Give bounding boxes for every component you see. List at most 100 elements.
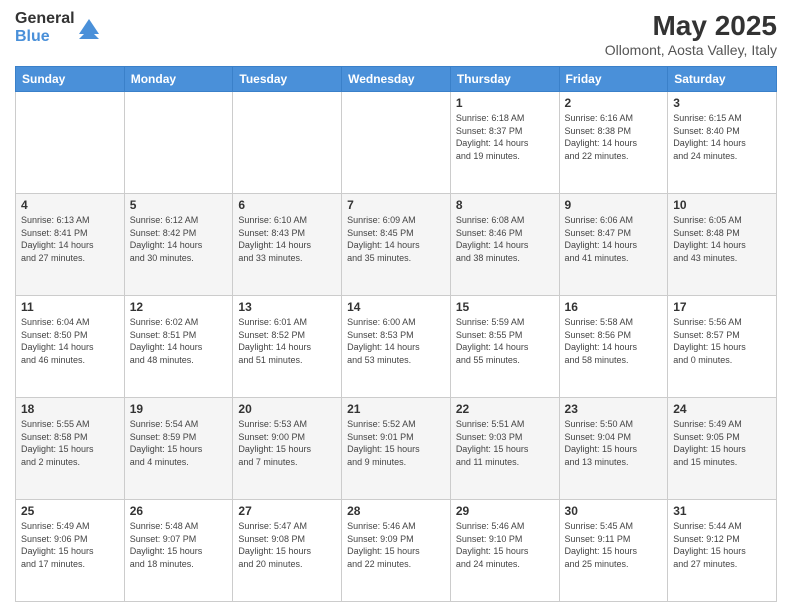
calendar: Sunday Monday Tuesday Wednesday Thursday… bbox=[15, 66, 777, 602]
header: General Blue May 2025 Ollomont, Aosta Va… bbox=[15, 10, 777, 58]
calendar-cell: 17 Sunrise: 5:56 AMSunset: 8:57 PMDayligh… bbox=[668, 296, 777, 398]
day-info: Sunrise: 6:10 AMSunset: 8:43 PMDaylight:… bbox=[238, 214, 336, 264]
calendar-cell: 26 Sunrise: 5:48 AMSunset: 9:07 PMDayligh… bbox=[124, 500, 233, 602]
calendar-cell bbox=[124, 92, 233, 194]
day-number: 1 bbox=[456, 96, 554, 110]
col-saturday: Saturday bbox=[668, 67, 777, 92]
day-info: Sunrise: 5:59 AMSunset: 8:55 PMDaylight:… bbox=[456, 316, 554, 366]
calendar-cell: 7 Sunrise: 6:09 AMSunset: 8:45 PMDaylight… bbox=[342, 194, 451, 296]
week-row-1: 4Sunrise: 6:13 AMSunset: 8:41 PMDaylight… bbox=[16, 194, 777, 296]
col-sunday: Sunday bbox=[16, 67, 125, 92]
logo-text: General Blue bbox=[15, 10, 75, 45]
calendar-cell: 15 Sunrise: 5:59 AMSunset: 8:55 PMDayligh… bbox=[450, 296, 559, 398]
day-info: Sunrise: 6:15 AMSunset: 8:40 PMDaylight:… bbox=[673, 112, 771, 162]
day-info: Sunrise: 5:52 AMSunset: 9:01 PMDaylight:… bbox=[347, 418, 445, 468]
day-info: Sunrise: 5:55 AMSunset: 8:58 PMDaylight:… bbox=[21, 418, 119, 468]
calendar-cell: 29 Sunrise: 5:46 AMSunset: 9:10 PMDayligh… bbox=[450, 500, 559, 602]
day-info: Sunrise: 5:49 AMSunset: 9:06 PMDaylight:… bbox=[21, 520, 119, 570]
calendar-body: 1 Sunrise: 6:18 AMSunset: 8:37 PMDaylight… bbox=[16, 92, 777, 602]
calendar-cell: 18Sunrise: 5:55 AMSunset: 8:58 PMDayligh… bbox=[16, 398, 125, 500]
logo-blue: Blue bbox=[15, 28, 75, 46]
day-info: Sunrise: 5:46 AMSunset: 9:09 PMDaylight:… bbox=[347, 520, 445, 570]
day-number: 9 bbox=[565, 198, 663, 212]
day-number: 23 bbox=[565, 402, 663, 416]
calendar-cell: 25 Sunrise: 5:49 AMSunset: 9:06 PMDayligh… bbox=[16, 500, 125, 602]
calendar-cell: 6 Sunrise: 6:10 AMSunset: 8:43 PMDaylight… bbox=[233, 194, 342, 296]
day-info: Sunrise: 5:48 AMSunset: 9:07 PMDaylight:… bbox=[130, 520, 228, 570]
day-number: 7 bbox=[347, 198, 445, 212]
day-info: Sunrise: 5:58 AMSunset: 8:56 PMDaylight:… bbox=[565, 316, 663, 366]
col-monday: Monday bbox=[124, 67, 233, 92]
day-number: 3 bbox=[673, 96, 771, 110]
calendar-cell: 23 Sunrise: 5:50 AMSunset: 9:04 PMDayligh… bbox=[559, 398, 668, 500]
day-number: 27 bbox=[238, 504, 336, 518]
calendar-cell bbox=[342, 92, 451, 194]
day-number: 14 bbox=[347, 300, 445, 314]
day-number: 6 bbox=[238, 198, 336, 212]
day-number: 17 bbox=[673, 300, 771, 314]
day-number: 22 bbox=[456, 402, 554, 416]
col-thursday: Thursday bbox=[450, 67, 559, 92]
day-number: 16 bbox=[565, 300, 663, 314]
week-row-4: 25 Sunrise: 5:49 AMSunset: 9:06 PMDayligh… bbox=[16, 500, 777, 602]
calendar-cell: 14 Sunrise: 6:00 AMSunset: 8:53 PMDayligh… bbox=[342, 296, 451, 398]
day-info: Sunrise: 5:47 AMSunset: 9:08 PMDaylight:… bbox=[238, 520, 336, 570]
location: Ollomont, Aosta Valley, Italy bbox=[605, 42, 777, 58]
day-info: Sunrise: 6:06 AMSunset: 8:47 PMDaylight:… bbox=[565, 214, 663, 264]
calendar-cell bbox=[233, 92, 342, 194]
day-info: Sunrise: 5:49 AMSunset: 9:05 PMDaylight:… bbox=[673, 418, 771, 468]
logo-general: General bbox=[15, 10, 75, 28]
calendar-cell: 4Sunrise: 6:13 AMSunset: 8:41 PMDaylight… bbox=[16, 194, 125, 296]
month-title: May 2025 bbox=[605, 10, 777, 42]
day-info: Sunrise: 5:56 AMSunset: 8:57 PMDaylight:… bbox=[673, 316, 771, 366]
day-info: Sunrise: 5:54 AMSunset: 8:59 PMDaylight:… bbox=[130, 418, 228, 468]
day-number: 26 bbox=[130, 504, 228, 518]
col-tuesday: Tuesday bbox=[233, 67, 342, 92]
week-row-3: 18Sunrise: 5:55 AMSunset: 8:58 PMDayligh… bbox=[16, 398, 777, 500]
calendar-cell: 30Sunrise: 5:45 AMSunset: 9:11 PMDayligh… bbox=[559, 500, 668, 602]
day-number: 24 bbox=[673, 402, 771, 416]
day-info: Sunrise: 6:18 AMSunset: 8:37 PMDaylight:… bbox=[456, 112, 554, 162]
day-info: Sunrise: 5:44 AMSunset: 9:12 PMDaylight:… bbox=[673, 520, 771, 570]
calendar-cell: 16 Sunrise: 5:58 AMSunset: 8:56 PMDayligh… bbox=[559, 296, 668, 398]
day-info: Sunrise: 5:50 AMSunset: 9:04 PMDaylight:… bbox=[565, 418, 663, 468]
calendar-cell: 21 Sunrise: 5:52 AMSunset: 9:01 PMDayligh… bbox=[342, 398, 451, 500]
day-number: 5 bbox=[130, 198, 228, 212]
day-info: Sunrise: 6:09 AMSunset: 8:45 PMDaylight:… bbox=[347, 214, 445, 264]
calendar-cell: 24 Sunrise: 5:49 AMSunset: 9:05 PMDayligh… bbox=[668, 398, 777, 500]
day-info: Sunrise: 5:51 AMSunset: 9:03 PMDaylight:… bbox=[456, 418, 554, 468]
col-wednesday: Wednesday bbox=[342, 67, 451, 92]
day-number: 25 bbox=[21, 504, 119, 518]
day-number: 15 bbox=[456, 300, 554, 314]
calendar-cell: 10Sunrise: 6:05 AMSunset: 8:48 PMDayligh… bbox=[668, 194, 777, 296]
calendar-cell: 31Sunrise: 5:44 AMSunset: 9:12 PMDayligh… bbox=[668, 500, 777, 602]
calendar-cell: 19Sunrise: 5:54 AMSunset: 8:59 PMDayligh… bbox=[124, 398, 233, 500]
day-info: Sunrise: 5:45 AMSunset: 9:11 PMDaylight:… bbox=[565, 520, 663, 570]
calendar-cell bbox=[16, 92, 125, 194]
header-row: Sunday Monday Tuesday Wednesday Thursday… bbox=[16, 67, 777, 92]
day-number: 2 bbox=[565, 96, 663, 110]
day-number: 28 bbox=[347, 504, 445, 518]
day-number: 8 bbox=[456, 198, 554, 212]
day-number: 21 bbox=[347, 402, 445, 416]
day-info: Sunrise: 6:00 AMSunset: 8:53 PMDaylight:… bbox=[347, 316, 445, 366]
day-number: 29 bbox=[456, 504, 554, 518]
logo: General Blue bbox=[15, 10, 99, 45]
calendar-cell: 27 Sunrise: 5:47 AMSunset: 9:08 PMDayligh… bbox=[233, 500, 342, 602]
calendar-cell: 9 Sunrise: 6:06 AMSunset: 8:47 PMDaylight… bbox=[559, 194, 668, 296]
day-info: Sunrise: 6:04 AMSunset: 8:50 PMDaylight:… bbox=[21, 316, 119, 366]
day-info: Sunrise: 5:46 AMSunset: 9:10 PMDaylight:… bbox=[456, 520, 554, 570]
calendar-cell: 5 Sunrise: 6:12 AMSunset: 8:42 PMDaylight… bbox=[124, 194, 233, 296]
calendar-cell: 13Sunrise: 6:01 AMSunset: 8:52 PMDayligh… bbox=[233, 296, 342, 398]
calendar-cell: 12Sunrise: 6:02 AMSunset: 8:51 PMDayligh… bbox=[124, 296, 233, 398]
calendar-cell: 20Sunrise: 5:53 AMSunset: 9:00 PMDayligh… bbox=[233, 398, 342, 500]
calendar-cell: 8 Sunrise: 6:08 AMSunset: 8:46 PMDaylight… bbox=[450, 194, 559, 296]
calendar-cell: 1 Sunrise: 6:18 AMSunset: 8:37 PMDaylight… bbox=[450, 92, 559, 194]
calendar-cell: 3 Sunrise: 6:15 AMSunset: 8:40 PMDaylight… bbox=[668, 92, 777, 194]
day-info: Sunrise: 6:12 AMSunset: 8:42 PMDaylight:… bbox=[130, 214, 228, 264]
page: General Blue May 2025 Ollomont, Aosta Va… bbox=[0, 0, 792, 612]
day-info: Sunrise: 6:08 AMSunset: 8:46 PMDaylight:… bbox=[456, 214, 554, 264]
logo-icon bbox=[79, 19, 99, 39]
day-info: Sunrise: 6:01 AMSunset: 8:52 PMDaylight:… bbox=[238, 316, 336, 366]
day-info: Sunrise: 5:53 AMSunset: 9:00 PMDaylight:… bbox=[238, 418, 336, 468]
